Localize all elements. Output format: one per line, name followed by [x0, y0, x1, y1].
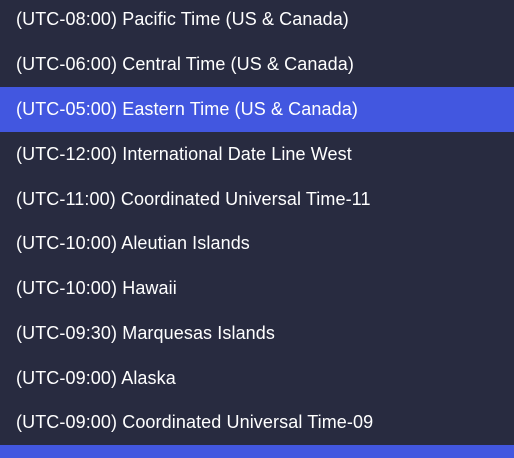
highlighted-option-edge[interactable] — [0, 445, 514, 458]
timezone-option-hawaii[interactable]: (UTC-10:00) Hawaii — [0, 266, 514, 311]
timezone-option-central[interactable]: (UTC-06:00) Central Time (US & Canada) — [0, 42, 514, 87]
timezone-option-marquesas-islands[interactable]: (UTC-09:30) Marquesas Islands — [0, 311, 514, 356]
timezone-option-alaska[interactable]: (UTC-09:00) Alaska — [0, 356, 514, 401]
timezone-option-utc-11[interactable]: (UTC-11:00) Coordinated Universal Time-1… — [0, 177, 514, 222]
timezone-option-utc-09[interactable]: (UTC-09:00) Coordinated Universal Time-0… — [0, 400, 514, 445]
timezone-dropdown-list[interactable]: (UTC-08:00) Pacific Time (US & Canada) (… — [0, 0, 514, 458]
timezone-option-eastern-selected[interactable]: (UTC-05:00) Eastern Time (US & Canada) — [0, 87, 514, 132]
timezone-option-pacific[interactable]: (UTC-08:00) Pacific Time (US & Canada) — [0, 0, 514, 42]
timezone-option-aleutian-islands[interactable]: (UTC-10:00) Aleutian Islands — [0, 221, 514, 266]
timezone-option-international-date-line-west[interactable]: (UTC-12:00) International Date Line West — [0, 132, 514, 177]
